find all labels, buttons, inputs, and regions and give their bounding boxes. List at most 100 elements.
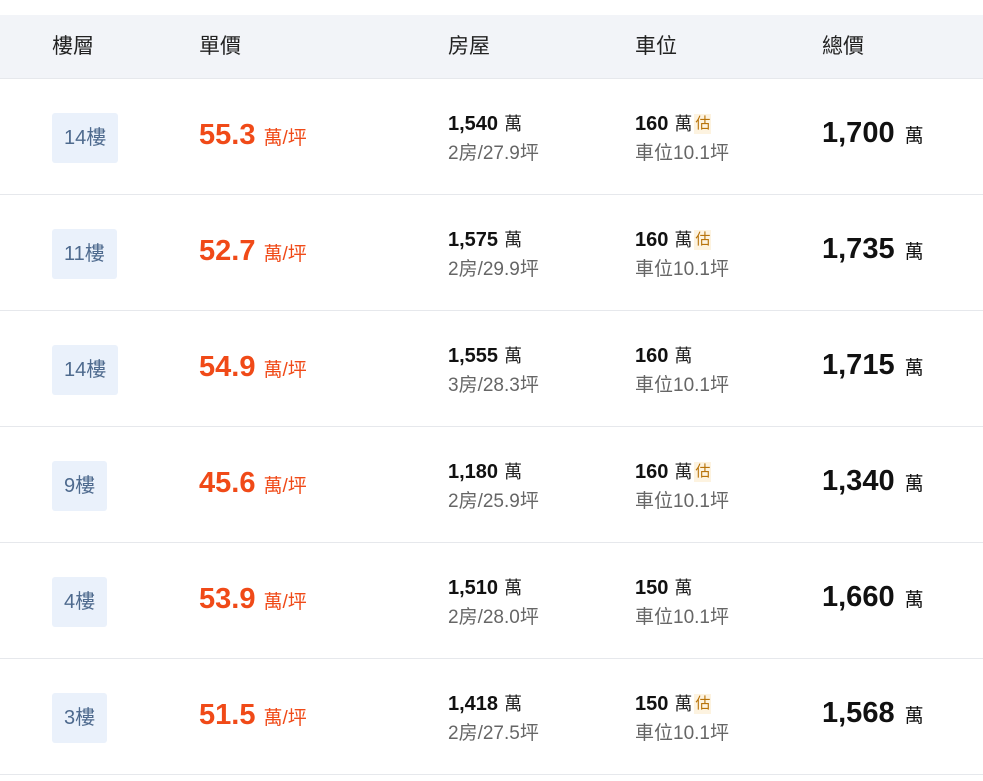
header-floor[interactable]: 樓層: [52, 15, 94, 78]
floor-badge: 4樓: [52, 577, 108, 627]
total-price: 1,660 萬: [822, 581, 924, 614]
parking-price: 160: [635, 113, 669, 135]
total-price-unit: 萬: [904, 358, 924, 379]
parking-cell: 150 萬估 車位10.1坪: [635, 689, 729, 749]
table-body: 14樓 55.3 萬/坪 1,540 萬 2房/27.9坪 160 萬估 車位10.1…: [0, 79, 983, 775]
unit-price: 55.3 萬/坪: [199, 119, 307, 152]
parking-price: 150: [635, 693, 669, 715]
unit-price-value: 54.9: [199, 351, 256, 383]
unit-price: 51.5 萬/坪: [199, 699, 307, 732]
header-total[interactable]: 總價: [822, 15, 864, 78]
parking-detail: 車位10.1坪: [635, 259, 729, 280]
estimate-badge: 估: [694, 462, 712, 482]
total-price-value: 1,340: [822, 465, 895, 497]
table-row[interactable]: 14樓 55.3 萬/坪 1,540 萬 2房/27.9坪 160 萬估 車位10.1…: [0, 79, 983, 195]
unit-price-value: 51.5: [199, 699, 256, 731]
unit-price-label: 萬/坪: [263, 592, 307, 613]
house-price: 1,555: [448, 345, 499, 367]
total-price-unit: 萬: [904, 242, 924, 263]
floor-badge: 11樓: [52, 229, 117, 279]
total-price-value: 1,735: [822, 233, 895, 265]
unit-price-value: 53.9: [199, 583, 256, 615]
house-detail: 2房/28.0坪: [448, 607, 539, 628]
house-price-unit: 萬: [504, 230, 523, 250]
header-house[interactable]: 房屋: [448, 15, 490, 78]
total-price: 1,700 萬: [822, 117, 924, 150]
house-detail: 2房/27.9坪: [448, 143, 539, 164]
parking-detail: 車位10.1坪: [635, 491, 729, 512]
unit-price-value: 52.7: [199, 235, 256, 267]
parking-cell: 160 萬估 車位10.1坪: [635, 109, 729, 169]
floor-badge: 3樓: [52, 693, 108, 743]
house-cell: 1,575 萬 2房/29.9坪: [448, 225, 539, 285]
total-price: 1,735 萬: [822, 233, 924, 266]
unit-price-label: 萬/坪: [263, 360, 307, 381]
total-price-unit: 萬: [904, 590, 924, 611]
parking-detail: 車位10.1坪: [635, 607, 729, 628]
parking-cell: 160 萬估 車位10.1坪: [635, 457, 729, 517]
unit-price-label: 萬/坪: [263, 708, 307, 729]
unit-price-label: 萬/坪: [263, 244, 307, 265]
house-cell: 1,180 萬 2房/25.9坪: [448, 457, 539, 517]
total-price: 1,715 萬: [822, 349, 924, 382]
floor-badge: 14樓: [52, 345, 119, 395]
parking-price: 160: [635, 229, 669, 251]
parking-price: 160: [635, 461, 669, 483]
total-price-value: 1,700: [822, 117, 895, 149]
house-detail: 2房/29.9坪: [448, 259, 539, 280]
total-price-unit: 萬: [904, 706, 924, 727]
unit-price-value: 45.6: [199, 467, 256, 499]
parking-price: 150: [635, 577, 669, 599]
table-row[interactable]: 4樓 53.9 萬/坪 1,510 萬 2房/28.0坪 150 萬 車位10.1坪 …: [0, 543, 983, 659]
header-unit-price[interactable]: 單價: [199, 15, 241, 78]
header-parking[interactable]: 車位: [635, 15, 677, 78]
house-cell: 1,418 萬 2房/27.5坪: [448, 689, 539, 749]
estimate-badge: 估: [694, 114, 712, 134]
house-detail: 2房/25.9坪: [448, 491, 539, 512]
house-price-unit: 萬: [504, 462, 523, 482]
parking-detail: 車位10.1坪: [635, 143, 729, 164]
house-cell: 1,510 萬 2房/28.0坪: [448, 573, 539, 633]
total-price-unit: 萬: [904, 126, 924, 147]
house-price: 1,418: [448, 693, 499, 715]
parking-price-unit: 萬: [674, 114, 693, 134]
total-price-unit: 萬: [904, 474, 924, 495]
parking-cell: 150 萬 車位10.1坪: [635, 573, 729, 633]
unit-price-label: 萬/坪: [263, 128, 307, 149]
house-price-unit: 萬: [504, 346, 523, 366]
house-price-unit: 萬: [504, 578, 523, 598]
house-detail: 2房/27.5坪: [448, 723, 539, 744]
unit-price: 53.9 萬/坪: [199, 583, 307, 616]
floor-badge: 14樓: [52, 113, 119, 163]
parking-price-unit: 萬: [674, 578, 693, 598]
table-row[interactable]: 9樓 45.6 萬/坪 1,180 萬 2房/25.9坪 160 萬估 車位10.1坪…: [0, 427, 983, 543]
house-price-unit: 萬: [504, 114, 523, 134]
house-cell: 1,555 萬 3房/28.3坪: [448, 341, 539, 401]
house-detail: 3房/28.3坪: [448, 375, 539, 396]
parking-detail: 車位10.1坪: [635, 723, 729, 744]
parking-price-unit: 萬: [674, 230, 693, 250]
estimate-badge: 估: [694, 694, 712, 714]
house-cell: 1,540 萬 2房/27.9坪: [448, 109, 539, 169]
unit-price: 45.6 萬/坪: [199, 467, 307, 500]
parking-price-unit: 萬: [674, 462, 693, 482]
house-price: 1,575: [448, 229, 499, 251]
parking-cell: 160 萬 車位10.1坪: [635, 341, 729, 401]
table-header: 樓層 單價 房屋 車位 總價: [0, 15, 983, 79]
total-price-value: 1,568: [822, 697, 895, 729]
unit-price: 54.9 萬/坪: [199, 351, 307, 384]
total-price: 1,568 萬: [822, 697, 924, 730]
house-price: 1,180: [448, 461, 499, 483]
house-price: 1,540: [448, 113, 499, 135]
parking-price-unit: 萬: [674, 346, 693, 366]
table-row[interactable]: 3樓 51.5 萬/坪 1,418 萬 2房/27.5坪 150 萬估 車位10.1坪…: [0, 659, 983, 775]
unit-price-label: 萬/坪: [263, 476, 307, 497]
parking-price: 160: [635, 345, 669, 367]
table-row[interactable]: 11樓 52.7 萬/坪 1,575 萬 2房/29.9坪 160 萬估 車位10.1…: [0, 195, 983, 311]
unit-price: 52.7 萬/坪: [199, 235, 307, 268]
floor-badge: 9樓: [52, 461, 108, 511]
total-price-value: 1,715: [822, 349, 895, 381]
table-row[interactable]: 14樓 54.9 萬/坪 1,555 萬 3房/28.3坪 160 萬 車位10.1坪…: [0, 311, 983, 427]
parking-cell: 160 萬估 車位10.1坪: [635, 225, 729, 285]
parking-detail: 車位10.1坪: [635, 375, 729, 396]
